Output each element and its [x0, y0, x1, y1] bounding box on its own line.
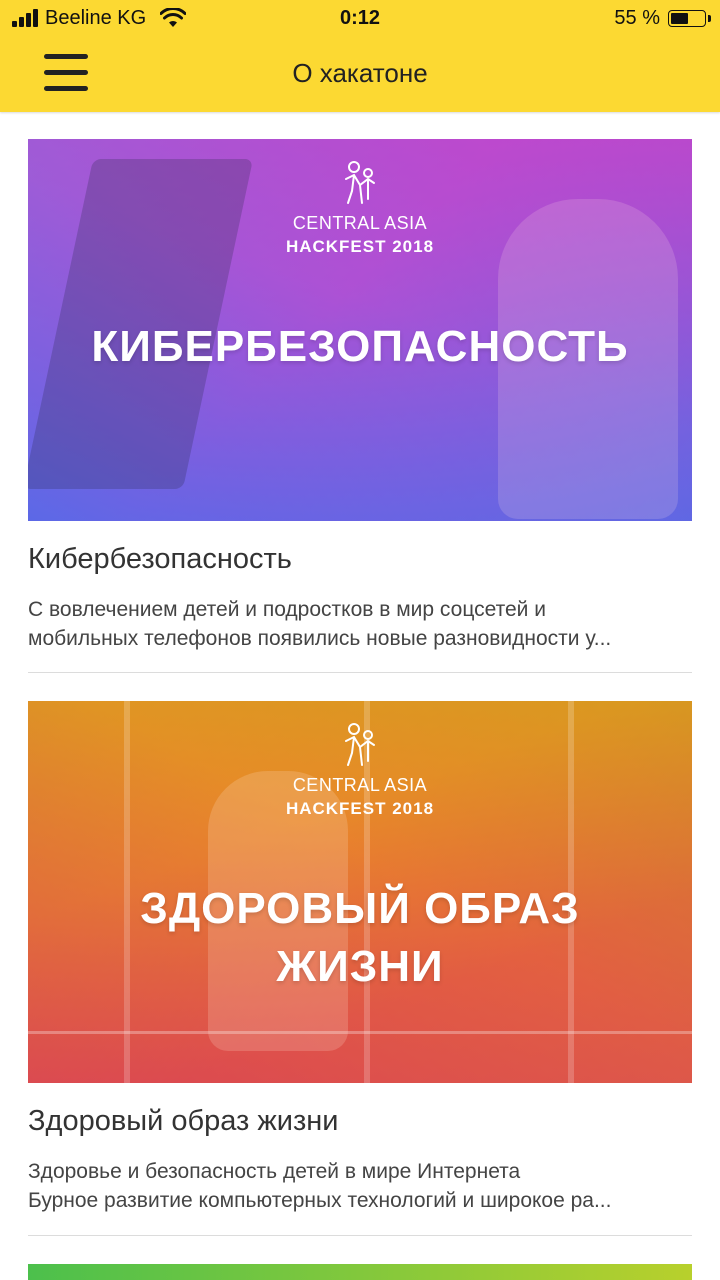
- battery-icon: [668, 10, 706, 27]
- card-title[interactable]: Здоровый образ жизни: [28, 1105, 338, 1138]
- page-title: О хакатоне: [292, 58, 428, 88]
- status-time: 0:12: [339, 7, 381, 29]
- hackfest-logo-icon: [345, 723, 375, 766]
- battery-percent: 55 %: [614, 7, 660, 29]
- banner-title-line: ЖИЗНИ: [276, 942, 444, 991]
- card-description-line: мобильных телефонов появились новые разн…: [28, 627, 612, 650]
- banner-org-name: CENTRAL ASIA: [292, 213, 428, 233]
- court-line: [28, 1031, 692, 1034]
- topic-card-cybersecurity[interactable]: CENTRAL ASIA HACKFEST 2018 КИБЕРБЕЗОПАСН…: [28, 139, 692, 673]
- banner-event-name: HACKFEST 2018: [285, 799, 435, 818]
- card-description-line: Здоровье и безопасность детей в мире Инт…: [28, 1160, 521, 1183]
- topic-banner-image[interactable]: CENTRAL ASIA HACKFEST 2018 КИБЕРБЕЗОПАСН…: [28, 139, 692, 521]
- status-bar: Beeline KG 0:12 55 %: [0, 0, 720, 40]
- banner-event-name: HACKFEST 2018: [285, 237, 435, 256]
- card-divider: [28, 672, 692, 673]
- topic-banner-image[interactable]: CENTRAL ASIA HACKFEST 2018 ЗДОРОВЫЙ ОБРА…: [28, 701, 692, 1083]
- battery-tip: [708, 15, 711, 22]
- card-description-line: Бурное развитие компьютерных технологий …: [28, 1189, 612, 1212]
- battery-fill: [671, 13, 688, 24]
- hackfest-logo-icon: [345, 161, 375, 204]
- banner-title-line: ЗДОРОВЫЙ ОБРАЗ: [140, 884, 580, 933]
- topic-card-partial[interactable]: [28, 1264, 692, 1280]
- banner-title: КИБЕРБЕЗОПАСНОСТЬ: [91, 322, 629, 371]
- app-header: Beeline KG 0:12 55 % О хакатоне: [0, 0, 720, 112]
- card-divider: [28, 1235, 692, 1236]
- topic-card-healthy-lifestyle[interactable]: CENTRAL ASIA HACKFEST 2018 ЗДОРОВЫЙ ОБРА…: [28, 701, 692, 1236]
- banner-org-name: CENTRAL ASIA: [292, 775, 428, 795]
- card-description-line: С вовлечением детей и подростков в мир с…: [28, 598, 546, 621]
- card-title[interactable]: Кибербезопасность: [28, 543, 292, 576]
